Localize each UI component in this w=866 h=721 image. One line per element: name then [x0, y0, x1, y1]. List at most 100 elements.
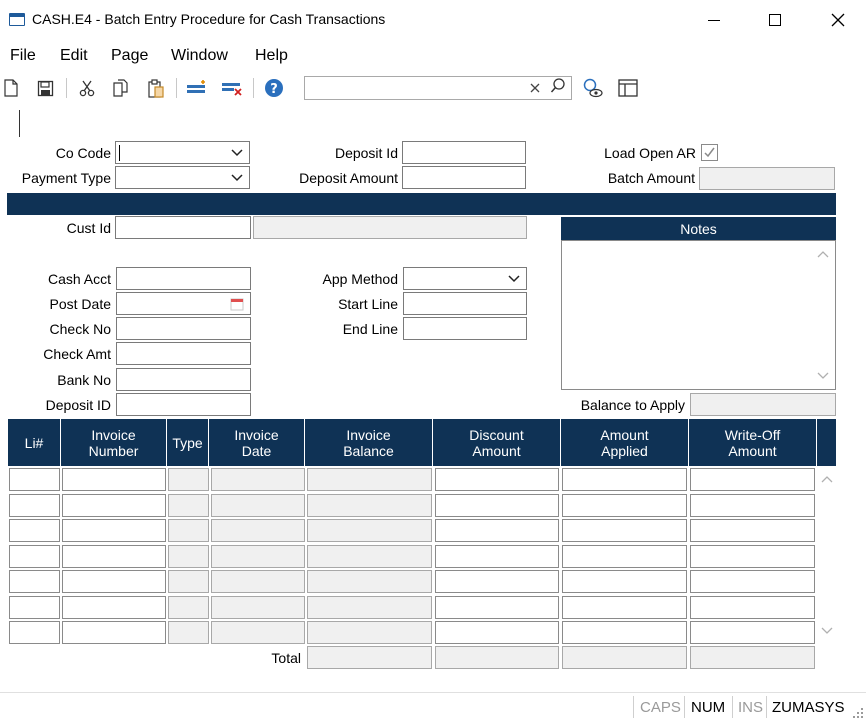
cell-line[interactable]: [9, 596, 60, 619]
check-amt-input[interactable]: [116, 342, 251, 365]
cell-invoice-number[interactable]: [62, 570, 166, 593]
chevron-down-icon: [231, 174, 243, 182]
cell-line[interactable]: [9, 570, 60, 593]
column-header-amount-applied[interactable]: Amount Applied: [561, 419, 689, 466]
column-header-write-off-amount[interactable]: Write-Off Amount: [689, 419, 817, 466]
copy-button[interactable]: [110, 77, 132, 99]
cell-invoice-balance: [307, 596, 432, 619]
cell-amount-applied[interactable]: [562, 545, 687, 568]
menu-file[interactable]: File: [10, 47, 36, 65]
app-window-icon: [9, 13, 25, 26]
column-header-invoice-number[interactable]: Invoice Number: [61, 419, 167, 466]
start-line-input[interactable]: [403, 292, 527, 315]
maximize-button[interactable]: [752, 6, 798, 34]
close-button[interactable]: [815, 6, 861, 34]
cash-acct-input[interactable]: [116, 267, 251, 290]
deposit-id-input[interactable]: [402, 141, 526, 164]
cell-discount-amount[interactable]: [435, 468, 559, 491]
cell-discount-amount[interactable]: [435, 519, 559, 542]
cut-button[interactable]: [76, 77, 98, 99]
deposit-amount-input[interactable]: [402, 166, 526, 189]
cell-invoice-number[interactable]: [62, 596, 166, 619]
cell-amount-applied[interactable]: [562, 519, 687, 542]
cell-write-off-amount[interactable]: [690, 468, 815, 491]
menu-page[interactable]: Page: [111, 47, 148, 65]
cell-invoice-balance: [307, 468, 432, 491]
cell-discount-amount[interactable]: [435, 621, 559, 644]
batch-amount-field: [699, 167, 835, 190]
scroll-down-icon[interactable]: [821, 626, 833, 636]
cell-line[interactable]: [9, 621, 60, 644]
column-header-invoice-date[interactable]: Invoice Date: [209, 419, 305, 466]
cell-invoice-date: [211, 545, 305, 568]
cell-amount-applied[interactable]: [562, 596, 687, 619]
cell-discount-amount[interactable]: [435, 570, 559, 593]
checkmark-icon: [704, 147, 715, 158]
scroll-up-icon[interactable]: [821, 474, 833, 484]
search-button[interactable]: [550, 77, 566, 98]
check-no-input[interactable]: [116, 317, 251, 340]
new-button[interactable]: [0, 77, 22, 99]
paste-button[interactable]: [145, 77, 167, 99]
bank-no-input[interactable]: [116, 368, 251, 391]
cell-write-off-amount[interactable]: [690, 570, 815, 593]
cell-line[interactable]: [9, 494, 60, 517]
customer-name-field: [253, 216, 527, 239]
insert-row-icon: [187, 80, 205, 93]
cell-invoice-number[interactable]: [62, 621, 166, 644]
column-header-discount-amount[interactable]: Discount Amount: [433, 419, 561, 466]
end-line-input[interactable]: [403, 317, 527, 340]
layout-button[interactable]: [617, 77, 639, 99]
cell-write-off-amount[interactable]: [690, 494, 815, 517]
cell-invoice-number[interactable]: [62, 545, 166, 568]
co-code-select[interactable]: [115, 141, 250, 164]
balance-to-apply-label: Balance to Apply: [580, 397, 685, 413]
cell-invoice-number[interactable]: [62, 494, 166, 517]
cell-type: [168, 596, 209, 619]
deposit-id-2-input[interactable]: [116, 393, 251, 416]
load-open-ar-label: Load Open AR: [604, 145, 696, 161]
cell-discount-amount[interactable]: [435, 545, 559, 568]
search-clear-button[interactable]: [530, 79, 540, 96]
menu-edit[interactable]: Edit: [60, 47, 88, 65]
cell-line[interactable]: [9, 468, 60, 491]
cell-discount-amount[interactable]: [435, 596, 559, 619]
grid-scrollbar[interactable]: [819, 468, 836, 642]
column-header-invoice-balance[interactable]: Invoice Balance: [305, 419, 433, 466]
scroll-up-icon[interactable]: [817, 249, 829, 259]
cell-line[interactable]: [9, 545, 60, 568]
cell-amount-applied[interactable]: [562, 621, 687, 644]
load-open-ar-checkbox[interactable]: [701, 144, 718, 161]
cell-invoice-number[interactable]: [62, 468, 166, 491]
post-date-input[interactable]: [116, 292, 251, 315]
caps-indicator: CAPS: [640, 699, 681, 716]
help-button[interactable]: ?: [263, 77, 285, 99]
app-method-select[interactable]: [403, 267, 527, 290]
cell-write-off-amount[interactable]: [690, 519, 815, 542]
cell-write-off-amount[interactable]: [690, 545, 815, 568]
column-header-type[interactable]: Type: [167, 419, 209, 466]
menu-window[interactable]: Window: [171, 47, 228, 65]
column-header-line[interactable]: Li#: [8, 419, 61, 466]
menu-help[interactable]: Help: [255, 47, 288, 65]
cell-invoice-number[interactable]: [62, 519, 166, 542]
cell-line[interactable]: [9, 519, 60, 542]
payment-type-select[interactable]: [115, 166, 250, 189]
notes-textarea[interactable]: [561, 240, 836, 390]
cust-id-input[interactable]: [115, 216, 251, 239]
scroll-down-icon[interactable]: [817, 371, 829, 381]
cell-amount-applied[interactable]: [562, 570, 687, 593]
minimize-button[interactable]: [691, 6, 737, 34]
save-button[interactable]: [34, 77, 56, 99]
cell-discount-amount[interactable]: [435, 494, 559, 517]
preview-button[interactable]: [582, 77, 604, 99]
cell-write-off-amount[interactable]: [690, 621, 815, 644]
insert-row-button[interactable]: [186, 77, 208, 99]
minimize-icon: [708, 19, 720, 21]
delete-row-button[interactable]: [221, 77, 243, 99]
cell-write-off-amount[interactable]: [690, 596, 815, 619]
calendar-icon[interactable]: [230, 297, 244, 311]
resize-grip-icon[interactable]: [852, 707, 864, 719]
cell-amount-applied[interactable]: [562, 494, 687, 517]
cell-amount-applied[interactable]: [562, 468, 687, 491]
